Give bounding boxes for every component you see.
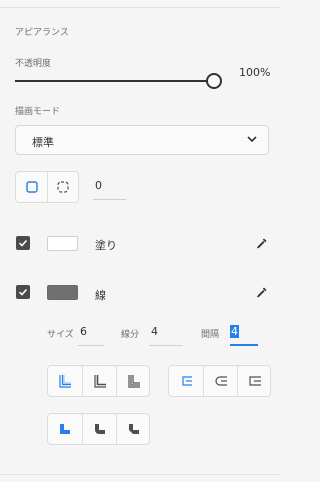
cap-butt-icon bbox=[182, 376, 192, 386]
opacity-slider-thumb[interactable] bbox=[206, 73, 222, 89]
stroke-size-value[interactable]: 6 bbox=[80, 325, 87, 338]
join-bevel-icon bbox=[128, 424, 139, 434]
opacity-label: 不透明度 bbox=[15, 59, 52, 69]
corner-radius-value[interactable]: 0 bbox=[95, 179, 102, 192]
dash-value[interactable]: 4 bbox=[151, 325, 158, 338]
join-miter-button[interactable] bbox=[48, 414, 82, 444]
cap-square-button[interactable] bbox=[238, 366, 271, 396]
corner-mode-toggle bbox=[15, 171, 79, 203]
stroke-size-underline bbox=[78, 345, 104, 346]
eyedropper-icon[interactable] bbox=[255, 236, 269, 250]
section-title: アピアランス bbox=[15, 28, 69, 38]
gap-label: 間隔 bbox=[201, 330, 220, 340]
join-miter-icon bbox=[60, 424, 70, 434]
stroke-color-swatch[interactable] bbox=[47, 285, 78, 300]
stroke-size-label: サイズ bbox=[47, 330, 74, 340]
chevron-down-icon bbox=[247, 136, 257, 143]
stroke-center-icon bbox=[93, 375, 106, 388]
stroke-outside-icon bbox=[127, 375, 140, 388]
stroke-checkbox[interactable] bbox=[16, 285, 30, 299]
dash-label: 線分 bbox=[121, 330, 140, 340]
cap-butt-button[interactable] bbox=[169, 366, 203, 396]
opacity-value[interactable]: 100% bbox=[239, 66, 270, 79]
appearance-panel: アピアランス 不透明度 100% 描画モード 標準 0 塗り 線 サイズ 6 線… bbox=[0, 0, 280, 482]
join-bevel-button[interactable] bbox=[117, 414, 150, 444]
line-cap-group bbox=[168, 365, 271, 397]
divider-top bbox=[0, 7, 280, 8]
stroke-outside-button[interactable] bbox=[117, 366, 150, 396]
corner-all-button[interactable] bbox=[16, 172, 48, 202]
join-round-icon bbox=[94, 424, 105, 434]
cap-round-icon bbox=[214, 376, 227, 386]
corner-individual-icon bbox=[57, 181, 69, 193]
stroke-inside-button[interactable] bbox=[48, 366, 82, 396]
stroke-center-button[interactable] bbox=[83, 366, 116, 396]
corner-all-icon bbox=[26, 181, 38, 193]
eyedropper-icon[interactable] bbox=[255, 285, 269, 299]
line-join-group bbox=[47, 413, 150, 445]
blend-mode-dropdown[interactable]: 標準 bbox=[15, 125, 269, 155]
blend-mode-label: 描画モード bbox=[15, 107, 61, 117]
join-round-button[interactable] bbox=[83, 414, 116, 444]
checkmark-icon bbox=[18, 239, 28, 247]
gap-underline bbox=[230, 344, 258, 346]
checkmark-icon bbox=[18, 288, 28, 296]
stroke-label: 線 bbox=[95, 289, 106, 302]
fill-color-swatch[interactable] bbox=[47, 236, 78, 251]
fill-checkbox[interactable] bbox=[16, 236, 30, 250]
stroke-inside-icon bbox=[59, 375, 71, 388]
dash-underline bbox=[149, 345, 183, 346]
stroke-position-group bbox=[47, 365, 150, 397]
opacity-slider-track[interactable] bbox=[15, 80, 210, 82]
blend-mode-value: 標準 bbox=[32, 136, 54, 149]
cap-round-button[interactable] bbox=[204, 366, 237, 396]
cap-square-icon bbox=[248, 376, 261, 386]
corner-radius-underline bbox=[93, 199, 126, 200]
divider-bottom bbox=[0, 474, 280, 475]
gap-value[interactable]: 4 bbox=[230, 325, 239, 338]
fill-label: 塗り bbox=[95, 239, 117, 252]
corner-individual-button[interactable] bbox=[48, 172, 78, 202]
